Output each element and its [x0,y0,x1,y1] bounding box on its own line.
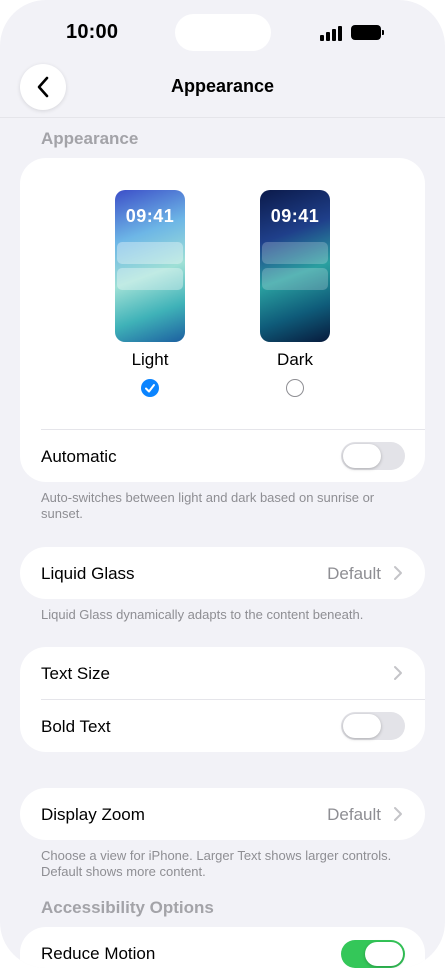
dark-preview-image: 09:41 [260,190,330,342]
light-preview-clock: 09:41 [125,206,175,226]
accessibility-section-header: Accessibility Options [41,898,214,917]
dark-option-label: Dark [277,350,313,369]
status-time: 10:00 [66,21,119,43]
toggle-knob [343,444,381,468]
divider [41,429,425,430]
dark-preview-widget [262,268,328,290]
reduce-motion-toggle[interactable] [341,940,405,968]
dark-preview-clock: 09:41 [270,206,320,226]
display-zoom-label: Display Zoom [41,805,145,824]
liquid-glass-footnote: Liquid Glass dynamically adapts to the c… [41,607,364,622]
light-preview-image: 09:41 [115,190,185,342]
status-bar: 10:00 [0,0,445,64]
chevron-right-icon [394,666,402,680]
liquid-glass-row[interactable]: Liquid Glass Default [20,547,425,599]
dark-preview-widget [262,242,328,264]
automatic-label: Automatic [41,447,117,466]
appearance-card: 09:41 Light 09:41 Dark Automatic [20,158,425,482]
light-preview-widget [117,268,183,290]
appearance-section-header: Appearance [41,129,139,148]
liquid-glass-label: Liquid Glass [41,564,135,583]
battery-icon [351,25,381,40]
display-zoom-footnote: Choose a view for iPhone. Larger Text sh… [41,848,392,879]
phone-screen: 10:00 Appearance Appearance 09:41 Light … [0,0,445,968]
chevron-right-icon [394,566,402,580]
divider [41,699,425,700]
bold-text-toggle[interactable] [341,712,405,740]
liquid-glass-value: Default [327,564,381,583]
automatic-toggle[interactable] [341,442,405,470]
reduce-motion-row: Reduce Motion [20,927,425,968]
cellular-signal-icon [320,25,342,41]
text-size-label: Text Size [41,664,110,683]
battery-tip [382,30,384,35]
display-zoom-value: Default [327,805,381,824]
chevron-right-icon [394,807,402,821]
dynamic-island [175,14,271,51]
automatic-footnote: Auto-switches between light and dark bas… [41,490,375,521]
page-title: Appearance [170,76,275,96]
reduce-motion-label: Reduce Motion [41,944,156,963]
checkmark-icon [145,384,155,393]
dark-radio-unselected[interactable] [286,379,304,397]
light-preview-widget [117,242,183,264]
bold-text-label: Bold Text [41,717,111,736]
toggle-knob [343,714,381,738]
display-zoom-row[interactable]: Display Zoom Default [20,788,425,840]
text-card: Text Size Bold Text [20,647,425,752]
light-option-label: Light [131,350,169,369]
toggle-knob [365,942,403,966]
light-radio-selected[interactable] [141,379,159,397]
navigation-bar: Appearance [0,58,445,118]
